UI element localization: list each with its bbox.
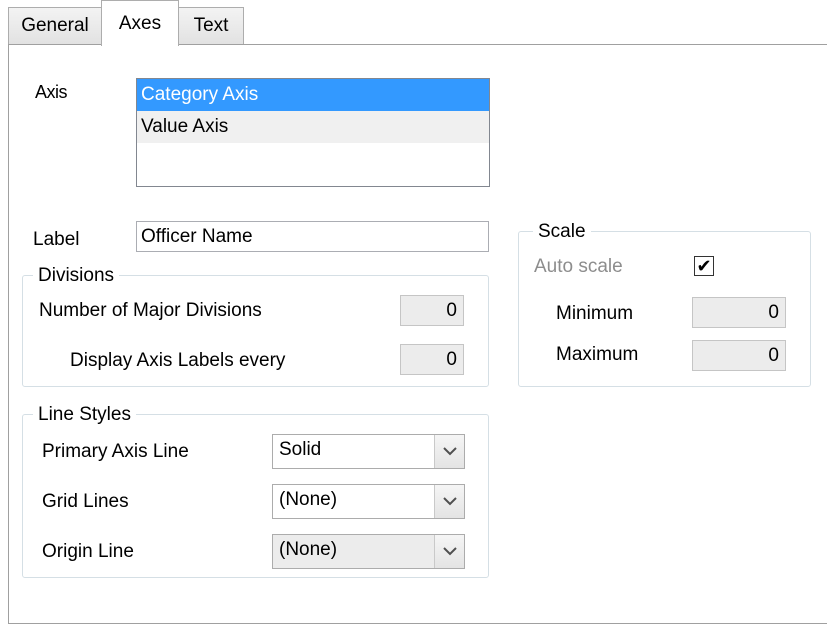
label-input-value: Officer Name [141, 225, 253, 247]
chevron-down-icon[interactable] [434, 435, 464, 468]
tab-text[interactable]: Text [178, 7, 244, 44]
minimum-field[interactable]: 0 [692, 297, 786, 328]
major-divisions-label: Number of Major Divisions [39, 300, 262, 321]
line-styles-group-title: Line Styles [33, 404, 136, 426]
major-divisions-value: 0 [446, 299, 457, 321]
grid-lines-value: (None) [279, 489, 338, 510]
minimum-value: 0 [768, 301, 779, 323]
display-labels-field[interactable]: 0 [400, 344, 464, 375]
grid-lines-label: Grid Lines [42, 491, 129, 512]
display-labels-value: 0 [446, 348, 457, 370]
grid-lines-dropdown[interactable]: (None) [272, 484, 465, 519]
scale-group-title: Scale [533, 221, 591, 243]
maximum-field[interactable]: 0 [692, 340, 786, 371]
label-field-label: Label [33, 229, 80, 250]
auto-scale-label: Auto scale [534, 256, 623, 277]
tab-general[interactable]: General [8, 7, 102, 44]
tab-axes-label: Axes [118, 12, 162, 34]
chevron-down-icon[interactable] [434, 535, 464, 568]
axes-tab-panel: Axis Category Axis Value Axis Label Offi… [8, 44, 827, 624]
major-divisions-field[interactable]: 0 [400, 295, 464, 326]
list-item-value-axis[interactable]: Value Axis [137, 111, 489, 143]
origin-line-label: Origin Line [42, 541, 134, 562]
tab-axes[interactable]: Axes [101, 0, 179, 46]
axis-listbox[interactable]: Category Axis Value Axis [136, 78, 490, 187]
maximum-value: 0 [768, 344, 779, 366]
axis-label: Axis [35, 82, 68, 102]
primary-axis-line-label: Primary Axis Line [42, 441, 189, 462]
label-input[interactable]: Officer Name [136, 221, 489, 252]
origin-line-dropdown[interactable]: (None) [272, 534, 465, 569]
checkmark-icon: ✔ [696, 256, 712, 276]
tab-general-label: General [21, 15, 89, 36]
primary-axis-line-dropdown[interactable]: Solid [272, 434, 465, 469]
origin-line-value: (None) [279, 539, 338, 560]
primary-axis-line-value: Solid [279, 439, 322, 460]
auto-scale-checkbox[interactable]: ✔ [694, 256, 714, 276]
display-labels-label: Display Axis Labels every [70, 350, 286, 371]
list-item-category-axis[interactable]: Category Axis [137, 79, 489, 111]
minimum-label: Minimum [556, 303, 634, 324]
divisions-group-title: Divisions [33, 265, 120, 287]
tab-text-label: Text [193, 15, 229, 36]
maximum-label: Maximum [556, 344, 639, 365]
chevron-down-icon[interactable] [434, 485, 464, 518]
